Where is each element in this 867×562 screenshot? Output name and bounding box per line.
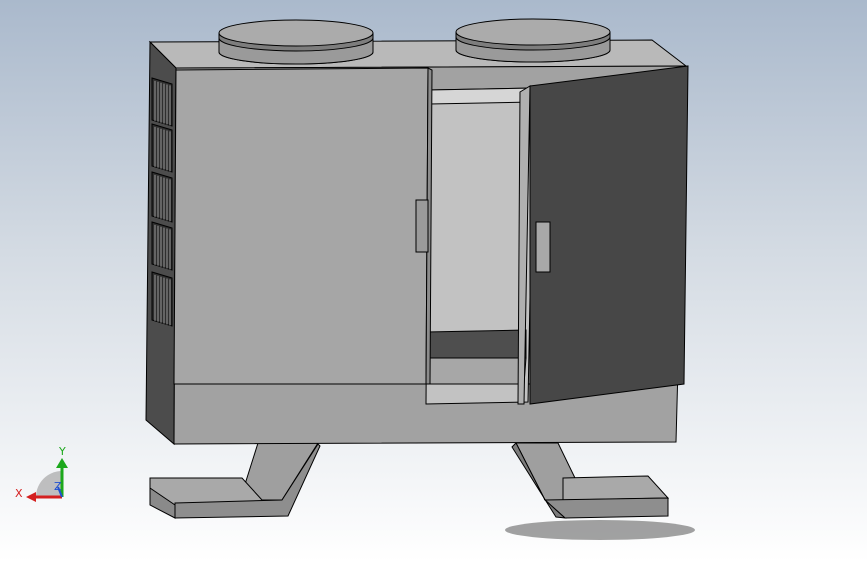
fan-right[interactable] <box>455 18 611 63</box>
compartment-floor-front <box>425 357 527 385</box>
fan-left[interactable] <box>218 19 374 65</box>
left-door-handle[interactable] <box>415 199 429 253</box>
triad-y-label: Y <box>58 445 66 458</box>
compartment-top-shelf <box>427 87 535 105</box>
right-door-panel <box>529 65 689 405</box>
left-door-panel <box>173 67 429 385</box>
base-frame[interactable] <box>149 442 670 519</box>
graphics-viewport[interactable]: Y X Z <box>0 0 867 562</box>
model-view[interactable]: Y X Z <box>0 0 867 562</box>
right-door-handle[interactable] <box>535 221 551 273</box>
side-louvres <box>151 77 173 327</box>
open-compartment[interactable] <box>425 87 535 405</box>
right-foot-top <box>562 475 670 501</box>
ground-shadow <box>505 520 695 540</box>
triad-z-label: Z <box>54 480 62 493</box>
triad-x-arrow <box>26 492 36 502</box>
compartment-floor <box>425 329 527 359</box>
fan-right-top <box>455 18 611 46</box>
right-foot-face <box>543 497 669 519</box>
triad-x-label: X <box>15 487 23 500</box>
fan-left-top <box>218 19 374 47</box>
left-door[interactable] <box>173 67 433 385</box>
coordinate-triad[interactable]: Y X Z <box>15 445 68 502</box>
right-door[interactable] <box>517 65 689 405</box>
triad-y-arrow <box>56 458 68 468</box>
